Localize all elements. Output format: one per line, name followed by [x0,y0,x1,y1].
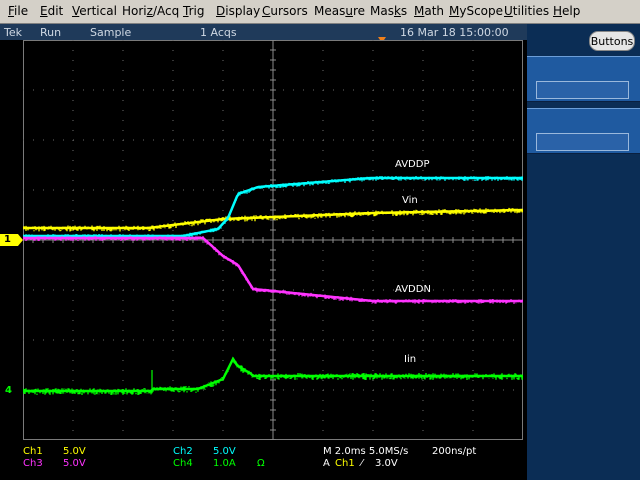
ch4-readout-scale[interactable]: 1.0A [213,458,236,469]
graticule-grid [23,40,523,440]
trigger-prefix: A [323,458,330,469]
ch1-ground-marker[interactable]: 1 [0,234,23,246]
brand-label: Tek [4,26,22,39]
acquisition-mode: Sample [90,26,132,39]
menu-item-display[interactable]: Display [216,4,260,18]
menu-item-math[interactable]: Math [414,4,444,18]
menu-item-myscope[interactable]: MyScope [449,4,503,18]
horizontal-readout[interactable]: M 2.0ms 5.0MS/s [323,446,408,457]
ch2-readout-name[interactable]: Ch2 [173,446,193,457]
ch3-readout-scale[interactable]: 5.0V [63,458,86,469]
menu-item-trig[interactable]: Trig [183,4,204,18]
avddn-label: AVDDN [395,284,431,295]
resolution-readout: 200ns/pt [432,446,477,457]
menu-item-masks[interactable]: Masks [370,4,407,18]
menu-item-cursors[interactable]: Cursors [262,4,308,18]
waveform-display[interactable] [23,40,523,440]
ch4-ground-marker[interactable]: 4 [5,385,12,396]
menu-item-utilities[interactable]: Utilities [504,4,549,18]
ch1-readout-name[interactable]: Ch1 [23,446,43,457]
trigger-source[interactable]: Ch1 [335,458,355,469]
trigger-level[interactable]: 3.0V [375,458,398,469]
graticule-axes [23,40,523,440]
buttons-button[interactable]: Buttons [589,31,635,51]
readout-area: Ch1 5.0V Ch2 5.0V Ch3 5.0V Ch4 1.0A Ω M … [0,440,527,480]
control-window-1[interactable] [527,56,640,102]
menu-item-vertical[interactable]: Vertical [72,4,117,18]
menu-item-measure[interactable]: Measure [314,4,365,18]
control-window-2[interactable] [527,108,640,154]
menu-item-file[interactable]: File [8,4,28,18]
ch3-readout-name[interactable]: Ch3 [23,458,43,469]
menu-item-horizacq[interactable]: Horiz/Acq [122,4,179,18]
ch1-readout-scale[interactable]: 5.0V [63,446,86,457]
menu-item-edit[interactable]: Edit [40,4,63,18]
trigger-slope-icon: ⁄ [361,458,363,469]
menu-bar: File Edit Vertical Horiz/Acq Trig Display Curs… [0,0,640,24]
control-window-1-field[interactable] [536,81,629,99]
status-bar: Tek Run Sample 1 Acqs 16 Mar 18 15:00:00 [0,24,527,40]
ch2-readout-scale[interactable]: 5.0V [213,446,236,457]
menu-item-help[interactable]: Help [553,4,580,18]
ch4-readout-name[interactable]: Ch4 [173,458,193,469]
iin-label: Iin [404,354,417,365]
avddp-label: AVDDP [395,159,430,170]
date-time: 16 Mar 18 15:00:00 [400,26,509,39]
control-window-2-field[interactable] [536,133,629,151]
run-state: Run [40,26,62,39]
acquisition-count: 1 Acqs [200,26,237,39]
vin-label: Vin [402,195,418,206]
ch4-termination-icon: Ω [257,458,265,469]
